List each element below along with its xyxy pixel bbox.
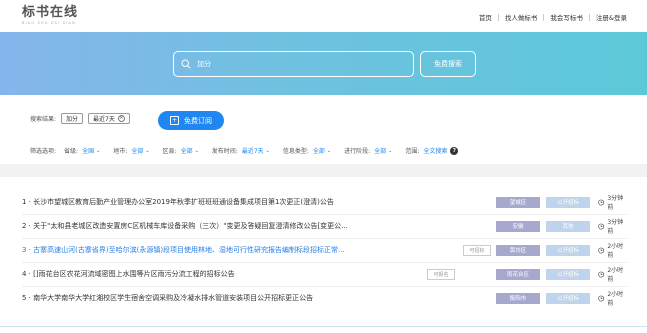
nav-divider xyxy=(588,13,590,21)
publish-time: 3分钟前 xyxy=(598,217,627,235)
filter-row: 筛选选项: 省级: 全国 ⌄ 地市: 全部 ⌄ 区县: 全部 ⌄ 发布时间: 最… xyxy=(30,146,471,155)
publish-time: 2小时前 xyxy=(598,289,627,307)
nav-find-writer[interactable]: 找人做标书 xyxy=(505,12,538,22)
nav-divider xyxy=(543,13,545,21)
filter-publish-time[interactable]: 发布时间: 最近7天 ⌄ xyxy=(211,146,270,156)
publish-time-label: 3分钟前 xyxy=(607,219,624,235)
header: 标书在线 BIAO SHU ZAI XIAN 首页 找人做标书 我会写标书 注册… xyxy=(0,0,647,32)
filter-publish-time-value: 最近7天 xyxy=(241,148,264,155)
chevron-down-icon: ⌄ xyxy=(96,147,101,154)
nav-register-login[interactable]: 注册&登录 xyxy=(596,12,627,22)
item-title[interactable]: 3 · 古寨高速山河(古寨省界)至哈尔滨(永源镇)段项目使用林地、湿地可行性研究… xyxy=(22,245,412,255)
region-badge: 衡阳市 xyxy=(496,292,540,304)
filter-district-label: 区县: xyxy=(162,148,177,155)
keyword-tag[interactable]: 加分 xyxy=(61,113,84,124)
logo-title: 标书在线 xyxy=(22,5,79,20)
publish-time-label: 2小时前 xyxy=(607,243,624,259)
search-query: 加分 xyxy=(197,60,211,68)
filter-stage[interactable]: 进行阶段: 全部 ⌄ xyxy=(344,146,393,156)
filter-scope-label: 范围: xyxy=(405,148,420,155)
logo-subtitle: BIAO SHU ZAI XIAN xyxy=(22,21,76,25)
filter-city-value: 全部 xyxy=(131,148,144,155)
clock-icon xyxy=(598,223,605,229)
filter-stage-label: 进行阶段: xyxy=(344,148,371,155)
filter-label: 筛选选项: xyxy=(30,148,57,155)
filter-province[interactable]: 省级: 全国 ⌄ xyxy=(64,146,101,156)
item-title[interactable]: 1 · 长沙市望城区教育后勤产业管理办公室2019年秋季扩班班班通设备集成项目第… xyxy=(22,197,412,207)
clock-icon xyxy=(598,199,605,205)
filter-info-type-label: 信息类型: xyxy=(282,148,309,155)
chevron-down-icon: ⌄ xyxy=(326,147,332,154)
subscribe-button[interactable]: + 免费订阅 xyxy=(158,111,224,130)
chevron-down-icon: ⌄ xyxy=(145,147,150,154)
type-badge: 公开招标 xyxy=(546,196,590,208)
type-badge: 公开招标 xyxy=(546,292,590,304)
subscribe-label: 免费订阅 xyxy=(184,116,212,125)
nav-divider xyxy=(497,13,499,21)
search-button[interactable]: 免费搜索 xyxy=(420,51,476,77)
nav-i-write[interactable]: 我会写标书 xyxy=(550,12,583,22)
publish-time-label: 3分钟前 xyxy=(607,195,624,211)
search-icon xyxy=(181,59,191,69)
list-item[interactable]: 3 · 古寨高速山河(古寨省界)至哈尔滨(永源镇)段项目使用林地、湿地可行性研究… xyxy=(22,239,627,261)
filter-info-type[interactable]: 信息类型: 全部 ⌄ xyxy=(282,146,332,156)
item-title[interactable]: 5 · 南华大学南华大学红湘校区学生宿舍空调采购及冷凝水排水管道安装项目公开招标… xyxy=(22,293,412,303)
bid-status-tag: 可报名 xyxy=(427,268,455,280)
region-badge: 安徽 xyxy=(496,220,540,232)
chevron-down-icon: ⌄ xyxy=(265,147,270,154)
type-badge: 公开招标 xyxy=(546,268,590,280)
list-item[interactable]: 5 · 南华大学南华大学红湘校区学生宿舍空调采购及冷凝水排水管道安装项目公开招标… xyxy=(22,287,627,309)
bid-status-tag: 可招标 xyxy=(463,244,491,256)
list-item[interactable]: 2 · 关于"太和县老城区改造安置房C区机械车库设备采购（三次）"变更及答疑回复… xyxy=(22,215,627,237)
publish-time: 2小时前 xyxy=(598,241,627,259)
top-nav: 首页 找人做标书 我会写标书 注册&登录 xyxy=(479,12,627,22)
filter-province-value: 全国 xyxy=(82,148,95,155)
type-badge: 公开招标 xyxy=(546,244,590,256)
filter-province-label: 省级: xyxy=(64,148,79,155)
region-badge: 雨花台区 xyxy=(496,268,540,280)
bookmark-plus-icon: + xyxy=(170,116,179,125)
filter-district-value: 全部 xyxy=(180,148,193,155)
filter-scope[interactable]: 范围: 全文搜索 ? xyxy=(405,146,459,155)
filter-stage-value: 全部 xyxy=(374,148,387,155)
filter-publish-time-label: 发布时间: xyxy=(211,148,238,155)
logo[interactable]: 标书在线 BIAO SHU ZAI XIAN xyxy=(22,5,79,26)
type-badge: 其他 xyxy=(546,220,590,232)
results-label: 搜索结果: xyxy=(30,116,57,123)
remove-icon[interactable]: × xyxy=(117,115,125,122)
publish-time-label: 2小时前 xyxy=(607,267,624,283)
chevron-down-icon: ⌄ xyxy=(194,147,199,154)
publish-time: 3分钟前 xyxy=(598,193,627,211)
filter-info-type-value: 全部 xyxy=(312,148,325,155)
date-tag-label: 最近7天 xyxy=(93,116,115,123)
list-item[interactable]: 1 · 长沙市望城区教育后勤产业管理办公室2019年秋季扩班班班通设备集成项目第… xyxy=(22,191,627,213)
filter-city-label: 地市: xyxy=(113,148,128,155)
search-banner: 加分 免费搜索 xyxy=(0,32,647,95)
region-badge: 黄坊区 xyxy=(496,244,540,256)
date-tag[interactable]: 最近7天 × xyxy=(88,113,130,124)
filter-scope-value: 全文搜索 xyxy=(423,148,448,155)
help-icon[interactable]: ? xyxy=(450,146,459,155)
clock-icon xyxy=(598,247,605,253)
publish-time: 2小时前 xyxy=(598,265,627,283)
clock-icon xyxy=(598,271,605,277)
publish-time-label: 2小时前 xyxy=(607,291,624,307)
item-title[interactable]: 4 · []雨花台区农花河流域密图上水围等片区雨污分流工程的招标公告 xyxy=(22,269,412,279)
search-input[interactable]: 加分 xyxy=(173,51,414,77)
clock-icon xyxy=(598,295,605,301)
list-item[interactable]: 4 · []雨花台区农花河流域密图上水围等片区雨污分流工程的招标公告 可报名 雨… xyxy=(22,263,627,285)
region-badge: 望城区 xyxy=(496,196,540,208)
filter-city[interactable]: 地市: 全部 ⌄ xyxy=(113,146,150,156)
chevron-down-icon: ⌄ xyxy=(388,147,393,154)
section-divider xyxy=(0,164,647,177)
search-results-bar: 搜索结果: 加分 最近7天 × xyxy=(30,113,130,124)
nav-home[interactable]: 首页 xyxy=(479,12,492,22)
item-title[interactable]: 2 · 关于"太和县老城区改造安置房C区机械车库设备采购（三次）"变更及答疑回复… xyxy=(22,221,412,231)
keyword-tag-label: 加分 xyxy=(66,116,79,123)
page-bottom-edge xyxy=(0,326,647,333)
filter-district[interactable]: 区县: 全部 ⌄ xyxy=(162,146,199,156)
